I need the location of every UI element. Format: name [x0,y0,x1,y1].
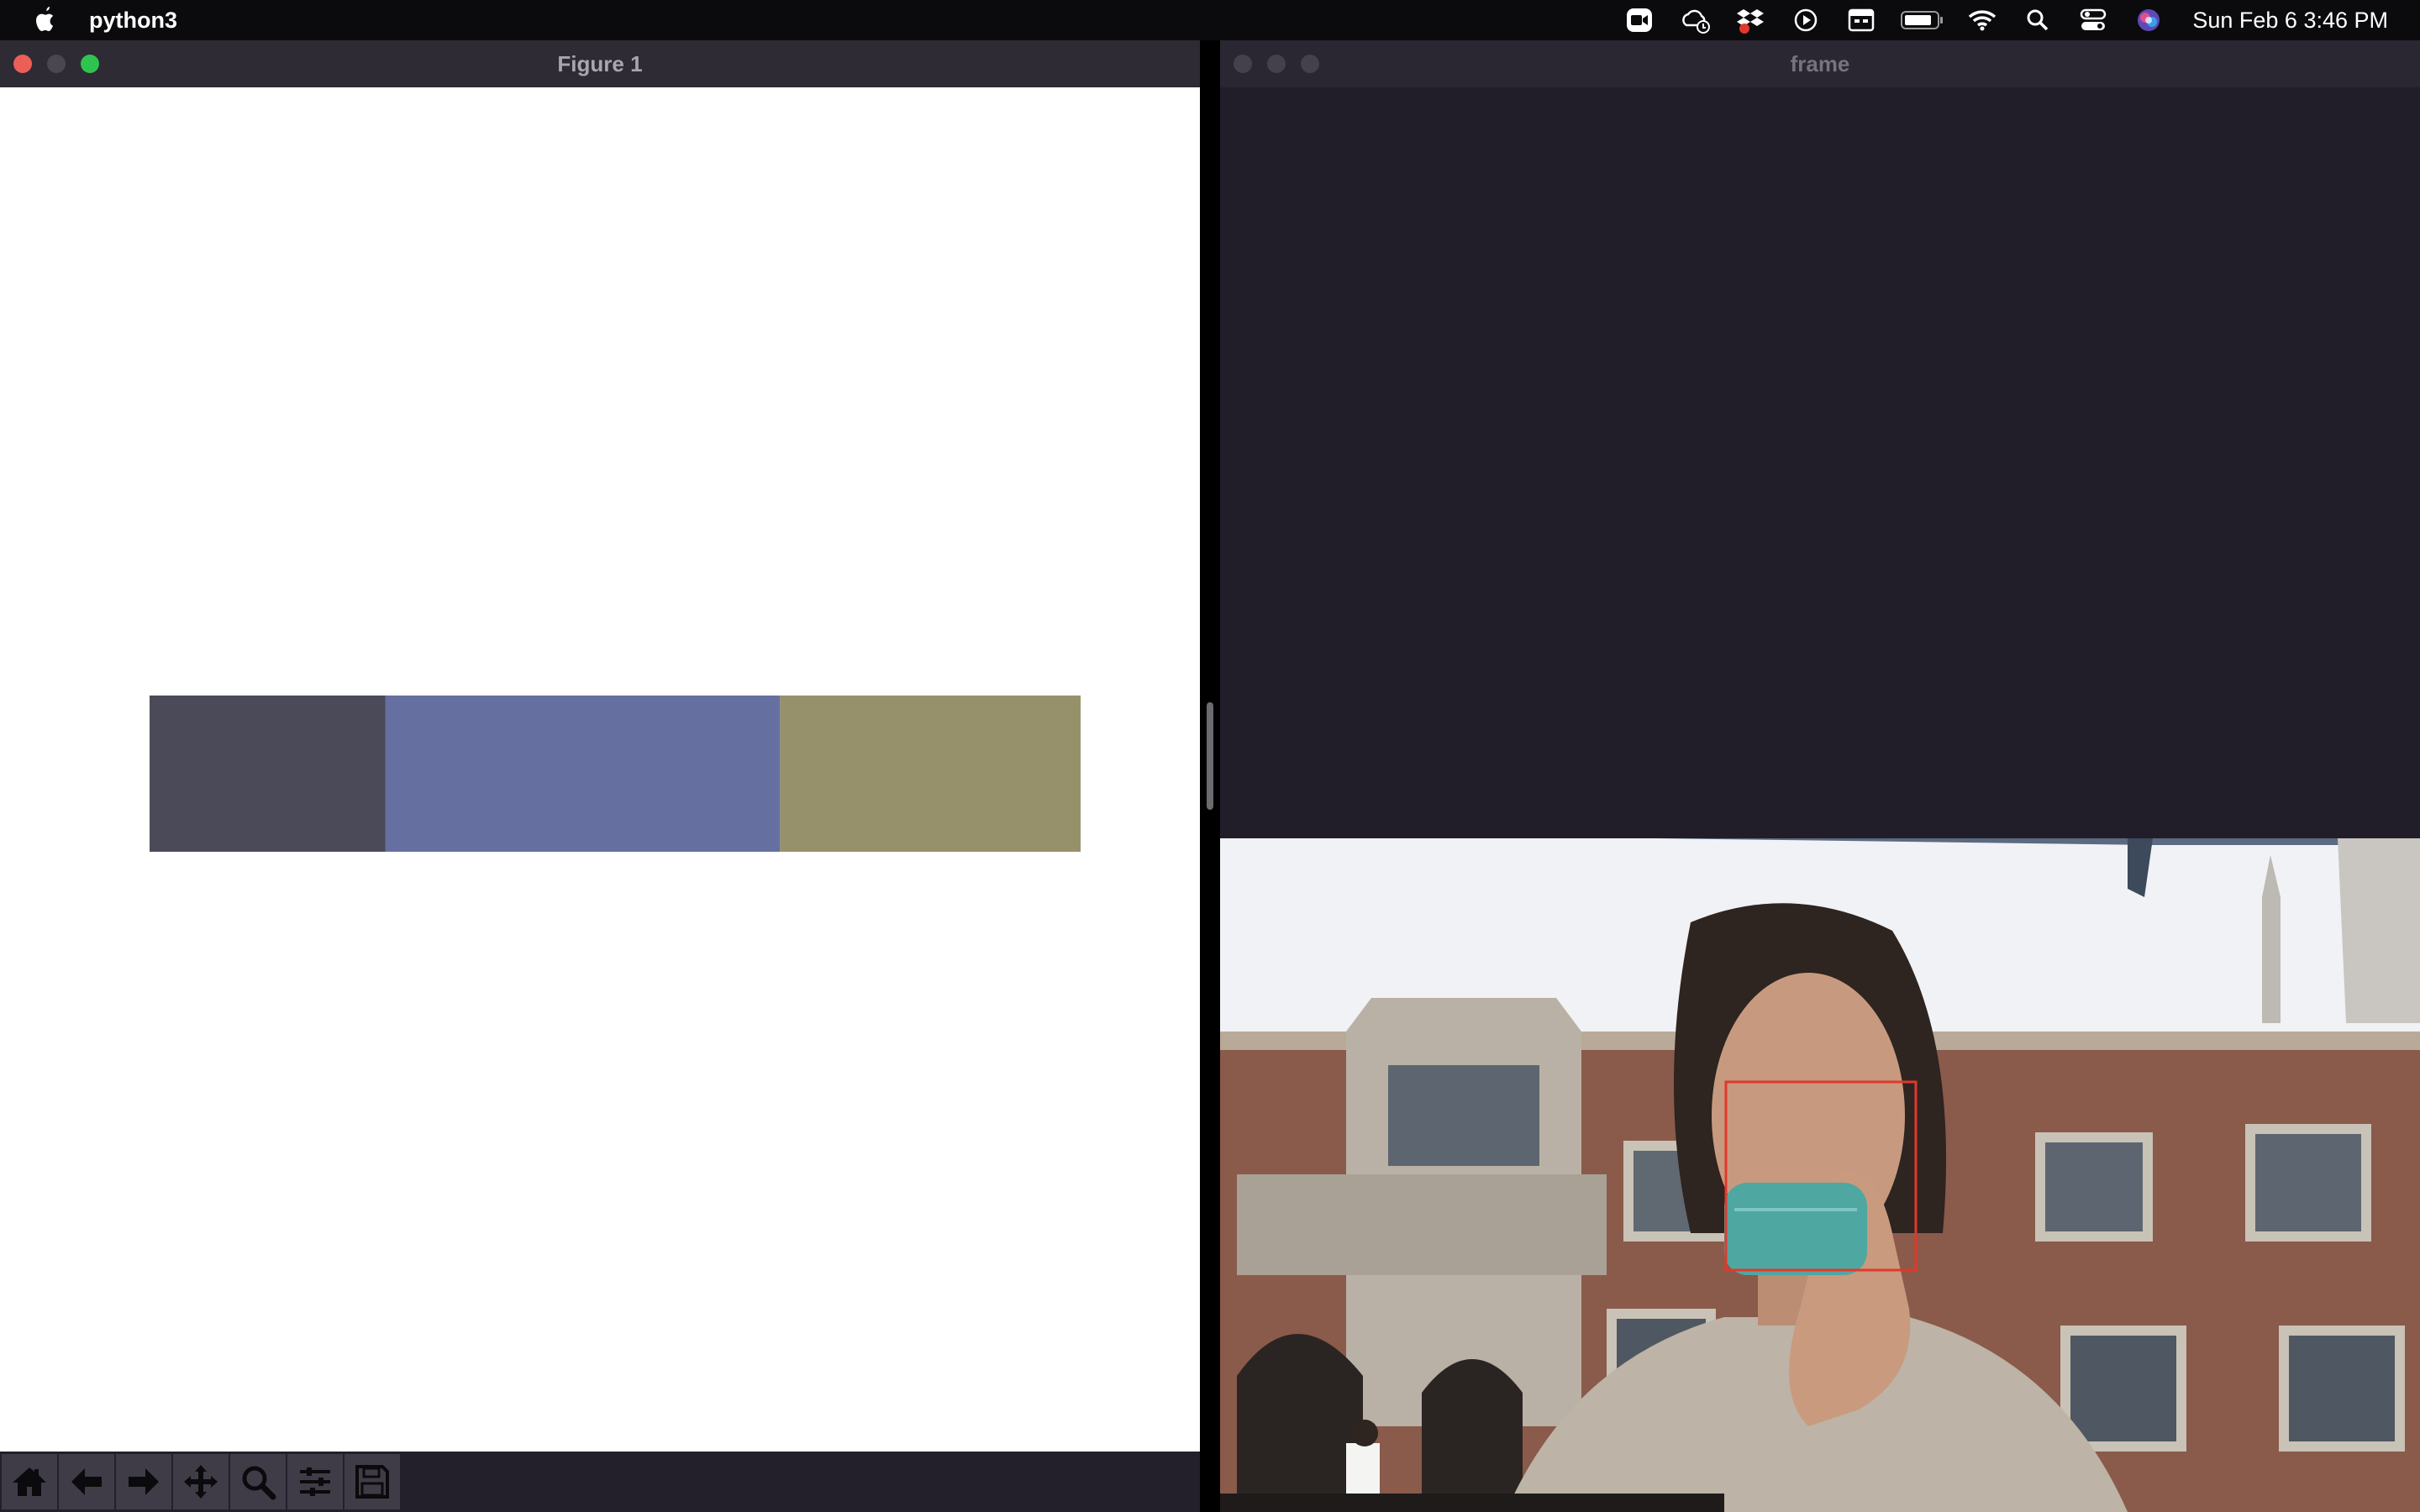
figure-titlebar[interactable]: Figure 1 [0,40,1200,87]
color-bar-segment-1 [150,696,386,852]
home-icon[interactable] [2,1454,57,1509]
split-view-handle[interactable] [1207,702,1213,810]
back-arrow-icon[interactable] [59,1454,114,1509]
play-icon[interactable] [1787,7,1824,34]
calendar-icon[interactable] [1843,7,1880,34]
webcam-image [1220,838,2420,1512]
color-bar-chart [150,696,1081,852]
minimize-button[interactable] [1267,55,1286,73]
close-button[interactable] [1234,55,1252,73]
dropbox-icon[interactable] [1732,7,1769,34]
close-button[interactable] [13,55,32,73]
control-center-icon[interactable] [2075,7,2112,34]
window-controls [1234,40,1334,87]
minimize-button[interactable] [47,55,66,73]
color-bar-segment-2 [385,696,781,852]
menu-clock[interactable]: Sun Feb 6 3:46 PM [2192,8,2388,34]
app-name-menu[interactable]: python3 [89,8,177,34]
zoom-icon[interactable] [230,1454,286,1509]
plot-canvas[interactable] [0,87,1200,1452]
pan-icon[interactable] [173,1454,229,1509]
save-icon[interactable] [345,1454,400,1509]
figure-toolbar [0,1452,1200,1512]
wifi-icon[interactable] [1964,7,2001,34]
figure-title: Figure 1 [557,50,643,76]
cloud-sync-icon[interactable] [1676,7,1713,34]
apple-menu-icon[interactable] [32,7,59,34]
menu-bar: python3 Sun Feb 6 3:46 PM [0,0,2420,40]
figure-window: Figure 1 [0,40,1200,1512]
zoom-button[interactable] [81,55,99,73]
window-controls [13,40,114,87]
frame-title: frame [1790,50,1850,76]
webcam-frame [1220,838,2420,1512]
configure-subplots-icon[interactable] [287,1454,343,1509]
siri-icon[interactable] [2130,7,2167,34]
frame-titlebar[interactable]: frame [1220,40,2420,87]
frame-window: frame [1220,40,2420,1512]
battery-icon[interactable] [1898,7,1945,34]
status-area: Sun Feb 6 3:46 PM [1602,0,2420,40]
color-bar-segment-3 [780,696,1081,852]
search-icon[interactable] [2019,7,2056,34]
zoom-button[interactable] [1301,55,1319,73]
zoom-icon[interactable] [1621,7,1658,34]
forward-arrow-icon[interactable] [116,1454,171,1509]
